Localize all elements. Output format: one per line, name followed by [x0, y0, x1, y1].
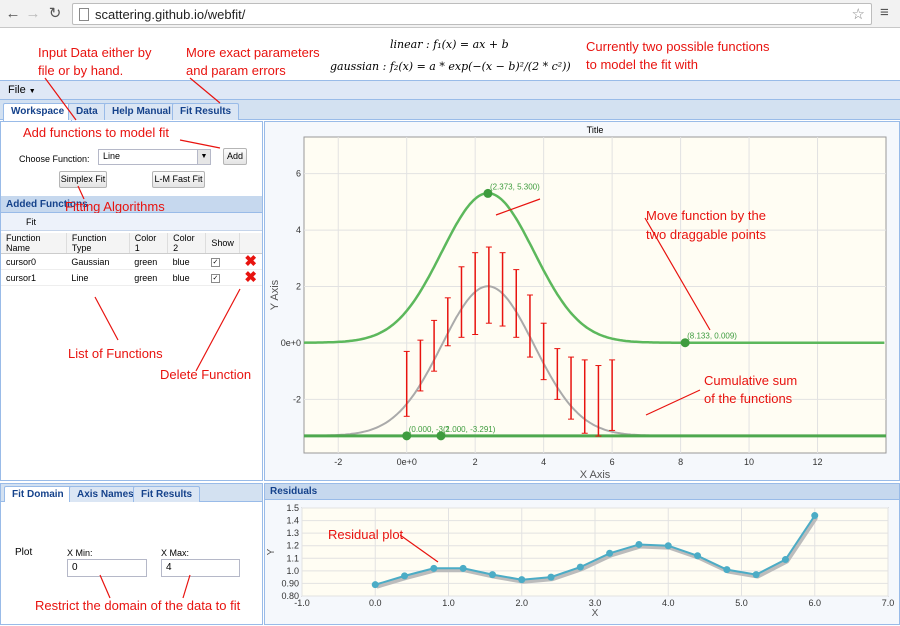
annotation-arrow	[94, 296, 119, 341]
annotation-arrow	[645, 389, 701, 416]
annotation-arrow	[99, 574, 111, 599]
annotation-arrow	[195, 288, 241, 372]
annotation-arrow	[495, 198, 541, 216]
annotation-arrow	[182, 574, 191, 599]
annotation-arrow	[44, 77, 77, 121]
annotation-arrows	[44, 77, 711, 599]
annotation-arrow	[399, 534, 439, 563]
annotation-arrow	[189, 77, 221, 104]
annotation-arrow	[179, 139, 221, 149]
annotation-arrow	[77, 185, 85, 200]
annotation-arrow	[644, 217, 711, 331]
